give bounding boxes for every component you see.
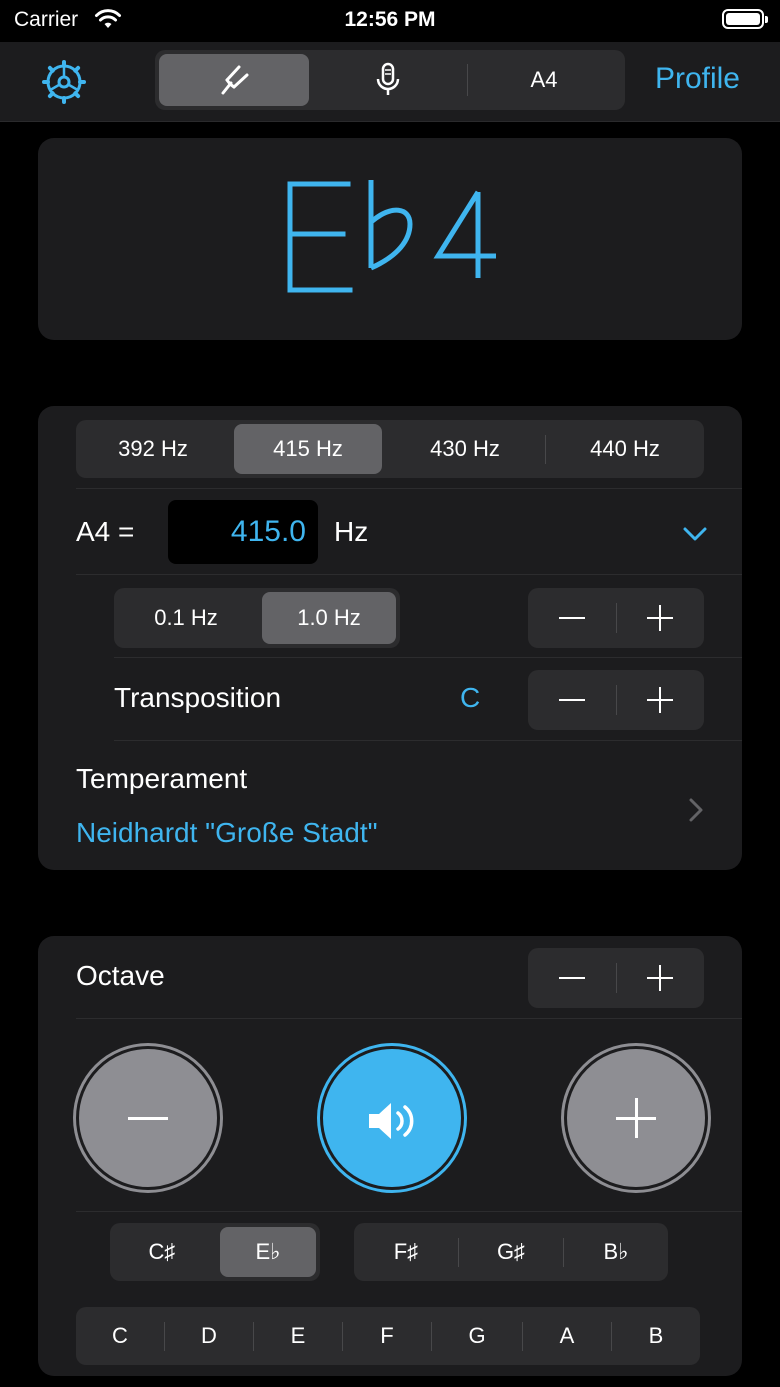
naturals-control: C D E F G A B <box>76 1307 700 1365</box>
reference-preset-control: 392 Hz 415 Hz 430 Hz 440 Hz <box>76 420 704 478</box>
chevron-right-icon <box>689 798 703 822</box>
speaker-icon <box>369 1103 414 1139</box>
separator <box>76 488 742 489</box>
separator <box>76 1211 742 1212</box>
transposition-stepper <box>528 670 704 730</box>
key-g[interactable]: G <box>432 1307 522 1365</box>
temperament-value: Neidhardt "Große Stadt" <box>76 817 378 848</box>
frequency-increment-button[interactable] <box>616 588 704 648</box>
octave-label: Octave <box>76 960 165 991</box>
preset-430[interactable]: 430 Hz <box>386 420 544 478</box>
previous-note-button[interactable] <box>76 1046 220 1190</box>
play-tone-button[interactable] <box>320 1046 464 1190</box>
separator <box>114 657 742 658</box>
frequency-stepper <box>528 588 704 648</box>
preset-392[interactable]: 392 Hz <box>76 420 230 478</box>
settings-gear-icon[interactable] <box>40 58 88 106</box>
key-e-flat[interactable]: E♭ <box>220 1227 316 1277</box>
step-1-0[interactable]: 1.0 Hz <box>262 592 396 644</box>
key-f[interactable]: F <box>343 1307 431 1365</box>
note-display-card <box>38 138 742 340</box>
tab-microphone[interactable] <box>313 54 463 106</box>
chevron-down-icon[interactable] <box>682 524 708 544</box>
separator <box>76 574 742 575</box>
profile-button[interactable]: Profile <box>655 62 740 96</box>
a4-frequency-field[interactable]: 415.0 <box>168 500 318 564</box>
key-f-sharp[interactable]: F♯ <box>354 1223 458 1281</box>
key-a[interactable]: A <box>523 1307 611 1365</box>
step-0-1[interactable]: 0.1 Hz <box>114 588 258 648</box>
minus-icon <box>128 1116 168 1120</box>
hz-unit-label: Hz <box>334 516 369 547</box>
mode-segmented-control: A4 <box>155 50 625 110</box>
temperament-label: Temperament <box>76 763 248 794</box>
accidentals-left-control: C♯ E♭ <box>110 1223 320 1281</box>
note-accidental-flat <box>368 180 413 271</box>
octave-stepper <box>528 948 704 1008</box>
transposition-value: C <box>460 682 481 713</box>
octave-increment-button[interactable] <box>616 948 704 1008</box>
note-letter-e <box>287 181 353 293</box>
preset-440[interactable]: 440 Hz <box>546 420 704 478</box>
accidentals-right-control: F♯ G♯ B♭ <box>354 1223 668 1281</box>
octave-card: Octave C♯ E♭ F♯ G♯ B♭ C D E F G A B <box>38 936 742 1376</box>
nav-bar: A4 Profile <box>0 42 780 122</box>
reference-settings-card: 392 Hz 415 Hz 430 Hz 440 Hz A4 = 415.0 H… <box>38 406 742 870</box>
transposition-increment-button[interactable] <box>616 670 704 730</box>
octave-decrement-button[interactable] <box>528 948 616 1008</box>
preset-415[interactable]: 415 Hz <box>234 424 382 474</box>
key-b[interactable]: B <box>612 1307 700 1365</box>
key-d[interactable]: D <box>165 1307 253 1365</box>
transposition-label: Transposition <box>114 682 282 713</box>
a4-label: A4 = <box>76 516 135 547</box>
key-c-sharp[interactable]: C♯ <box>110 1223 214 1281</box>
separator <box>76 1018 742 1019</box>
microphone-icon <box>376 62 400 95</box>
frequency-decrement-button[interactable] <box>528 588 616 648</box>
tuning-fork-icon <box>221 65 249 95</box>
next-note-button[interactable] <box>564 1046 708 1190</box>
key-c[interactable]: C <box>76 1307 164 1365</box>
tab-a4[interactable]: A4 <box>467 54 621 106</box>
tab-tuning-fork[interactable] <box>159 54 309 106</box>
battery-icon <box>722 9 768 29</box>
step-size-control: 0.1 Hz 1.0 Hz <box>114 588 400 648</box>
plus-icon-vertical <box>634 1098 638 1138</box>
note-name-display <box>287 180 496 293</box>
transposition-decrement-button[interactable] <box>528 670 616 730</box>
temperament-row[interactable]: Temperament Neidhardt "Große Stadt" <box>38 741 742 870</box>
key-b-flat[interactable]: B♭ <box>564 1223 668 1281</box>
note-octave-4 <box>433 190 496 278</box>
clock: 12:56 PM <box>344 8 436 31</box>
status-bar: Carrier 12:56 PM <box>0 0 780 42</box>
key-e[interactable]: E <box>254 1307 342 1365</box>
key-g-sharp[interactable]: G♯ <box>459 1223 563 1281</box>
